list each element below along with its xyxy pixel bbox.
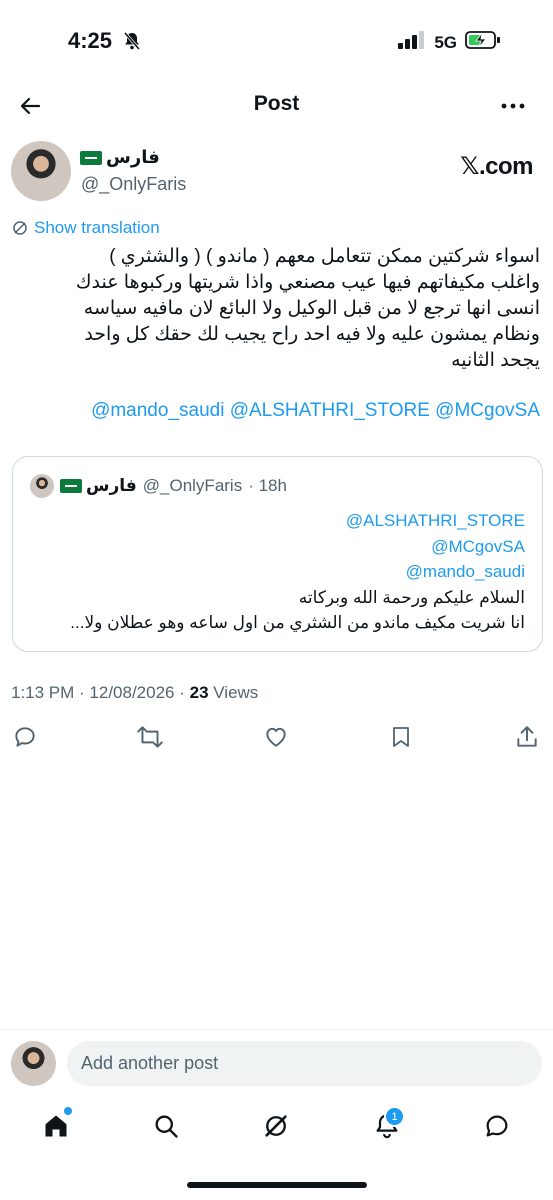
battery-charging-icon bbox=[465, 30, 501, 55]
author-handle[interactable]: @_OnlyFaris bbox=[81, 174, 186, 195]
quoted-time: · 18h bbox=[248, 476, 287, 495]
reply-icon bbox=[15, 727, 35, 747]
home-icon bbox=[45, 1115, 67, 1137]
nav-grok[interactable] bbox=[258, 1108, 294, 1144]
show-translation-link[interactable]: Show translation bbox=[12, 218, 160, 238]
share-icon bbox=[517, 726, 537, 747]
author-name[interactable]: فارس bbox=[80, 147, 160, 168]
nav-notifications[interactable]: 1 bbox=[369, 1106, 405, 1144]
quoted-avatar bbox=[30, 474, 54, 498]
share-button[interactable] bbox=[512, 722, 542, 752]
network-label: 5G bbox=[434, 32, 457, 52]
nav-search[interactable] bbox=[148, 1108, 184, 1144]
page-title: Post bbox=[253, 92, 300, 115]
quoted-mention[interactable]: @MCgovSA bbox=[70, 534, 525, 560]
translate-globe-icon bbox=[13, 221, 27, 235]
saudi-flag-icon bbox=[60, 479, 82, 493]
action-bar bbox=[0, 722, 553, 752]
quoted-post-header: فارس @_OnlyFaris · 18h bbox=[30, 474, 287, 498]
show-translation-label: Show translation bbox=[34, 218, 160, 237]
status-icons: 5G bbox=[398, 30, 501, 55]
user-avatar[interactable] bbox=[11, 1041, 56, 1086]
repost-icon bbox=[137, 726, 163, 748]
quoted-body: @ALSHATHRI_STORE @MCgovSA @mando_saudi ا… bbox=[70, 508, 525, 636]
source-tag: 𝕏.com bbox=[460, 153, 533, 180]
notifications-badge: 1 bbox=[384, 1106, 405, 1127]
quoted-handle: @_OnlyFaris bbox=[142, 476, 243, 495]
nav-home[interactable] bbox=[38, 1107, 74, 1144]
repost-button[interactable] bbox=[135, 722, 165, 752]
status-time: 4:25 bbox=[68, 28, 113, 53]
quoted-text-line: انا شريت مكيف ماندو من الشثري من اول ساع… bbox=[70, 613, 525, 632]
home-unread-dot bbox=[64, 1107, 72, 1115]
post-meta: 1:13 PM · 12/08/2026 · 23 Views bbox=[11, 683, 258, 703]
bottom-nav: 1 bbox=[0, 1106, 553, 1144]
post-mentions[interactable]: @mando_saudi @ALSHATHRI_STORE @MCgovSA bbox=[10, 400, 540, 422]
nav-messages[interactable] bbox=[479, 1108, 515, 1144]
messages-icon bbox=[486, 1115, 508, 1137]
grok-icon bbox=[265, 1115, 287, 1137]
quoted-author-name-text: فارس bbox=[86, 476, 137, 495]
more-icon bbox=[501, 103, 525, 109]
post-timestamp: 1:13 PM · 12/08/2026 · bbox=[11, 683, 190, 702]
more-button[interactable] bbox=[500, 94, 526, 123]
quoted-mention[interactable]: @mando_saudi bbox=[70, 559, 525, 585]
bookmark-icon bbox=[393, 727, 409, 747]
like-button[interactable] bbox=[261, 722, 291, 752]
composer-divider bbox=[0, 1029, 553, 1030]
author-avatar[interactable] bbox=[11, 141, 71, 201]
reply-composer[interactable] bbox=[67, 1041, 542, 1086]
silent-bell-icon bbox=[122, 31, 142, 56]
quoted-text-line: السلام عليكم ورحمة الله وبركاته bbox=[298, 587, 525, 607]
reply-button[interactable] bbox=[10, 722, 40, 752]
post-body: اسواء شركتين ممكن تتعامل معهم ( ماندو ) … bbox=[75, 246, 540, 371]
saudi-flag-icon bbox=[80, 150, 102, 165]
like-icon bbox=[266, 727, 286, 747]
bookmark-button[interactable] bbox=[386, 722, 416, 752]
add-post-input[interactable] bbox=[67, 1041, 542, 1086]
signal-icon bbox=[398, 31, 426, 54]
search-icon bbox=[155, 1115, 178, 1138]
home-indicator bbox=[187, 1182, 367, 1188]
quoted-mention[interactable]: @ALSHATHRI_STORE bbox=[70, 508, 525, 534]
author-name-text: فارس bbox=[106, 147, 160, 167]
views-label: Views bbox=[208, 683, 259, 702]
views-count: 23 bbox=[189, 683, 209, 702]
quoted-post[interactable]: فارس @_OnlyFaris · 18h @ALSHATHRI_STORE … bbox=[12, 456, 543, 652]
quoted-author-name: فارس bbox=[60, 476, 137, 496]
